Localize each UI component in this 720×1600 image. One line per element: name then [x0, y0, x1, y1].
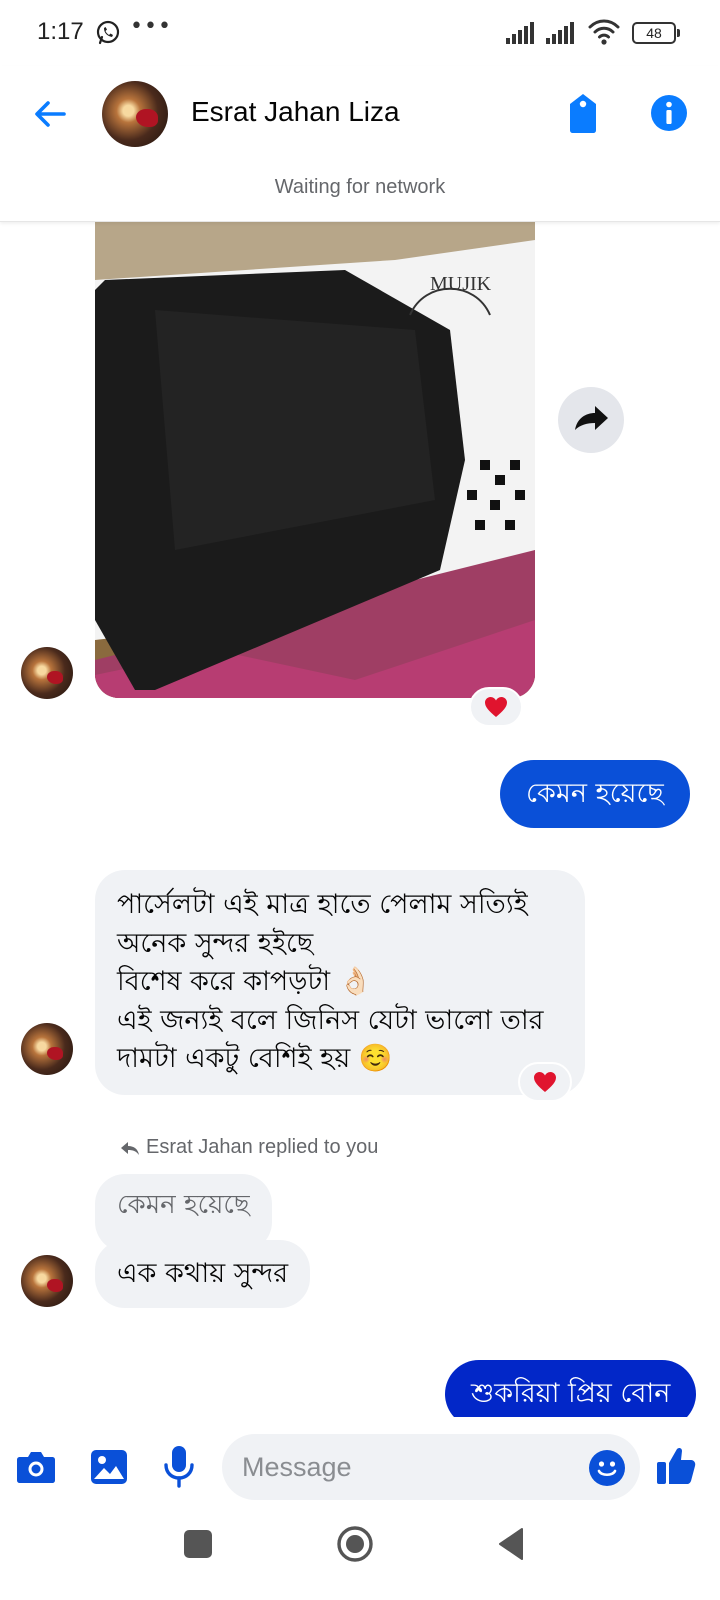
message-line: দামটা একটু বেশিই হয় ☺️ — [117, 1043, 393, 1074]
back-arrow-icon[interactable] — [30, 94, 70, 134]
photo-message[interactable]: MUJIK — [95, 222, 535, 698]
sent-message[interactable]: শুকরিয়া প্রিয় বোন — [445, 1360, 697, 1417]
svg-text:MUJIK: MUJIK — [430, 273, 492, 295]
whatsapp-icon — [96, 20, 120, 45]
camera-icon[interactable] — [16, 1450, 56, 1484]
sender-avatar[interactable] — [21, 1023, 73, 1075]
message-input[interactable] — [222, 1434, 640, 1500]
reaction-badge[interactable] — [469, 687, 523, 727]
status-bar: 1:17 ••• 48 — [0, 0, 720, 66]
forward-button[interactable] — [558, 387, 624, 453]
system-nav-bar — [0, 1507, 720, 1600]
mic-icon[interactable] — [163, 1445, 195, 1489]
more-notifications-icon: ••• — [130, 14, 172, 39]
heart-icon — [534, 1072, 556, 1092]
battery-indicator: 48 — [632, 22, 680, 44]
home-button[interactable] — [335, 1524, 375, 1564]
status-time: 1:17 — [37, 18, 84, 45]
message-line: এই জন্যই বলে জিনিস যেটা ভালো তার — [117, 1004, 544, 1036]
parcel-photo: MUJIK — [95, 222, 535, 698]
wifi-icon — [588, 19, 620, 45]
reply-meta-text: Esrat Jahan replied to you — [146, 1136, 379, 1158]
forward-arrow-icon — [575, 406, 608, 430]
composer-bar — [0, 1417, 720, 1507]
heart-icon — [485, 697, 507, 717]
sender-avatar[interactable] — [21, 1255, 73, 1307]
reaction-badge[interactable] — [518, 1062, 572, 1102]
signal-icon-2 — [546, 22, 574, 44]
sender-avatar[interactable] — [21, 647, 73, 699]
message-list[interactable]: MUJIK কেমন হয়েছে পার্সেলটা এই মাত্র হাত… — [0, 222, 720, 1417]
back-button[interactable] — [496, 1527, 524, 1561]
gallery-icon[interactable] — [90, 1449, 128, 1485]
info-icon[interactable] — [650, 94, 688, 132]
received-message[interactable]: পার্সেলটা এই মাত্র হাতে পেলাম সত্যিই অনে… — [95, 870, 585, 1095]
contact-name[interactable]: Esrat Jahan Liza — [191, 96, 400, 128]
message-line: অনেক সুন্দর হইছে — [117, 927, 314, 959]
message-line: পার্সেলটা এই মাত্র হাতে পেলাম সত্যিই — [117, 889, 528, 920]
sent-message[interactable]: কেমন হয়েছে — [500, 760, 690, 828]
conversation-header: Esrat Jahan Liza Waiting for network — [0, 66, 720, 222]
thumbs-up-icon[interactable] — [656, 1446, 696, 1486]
recent-apps-button[interactable] — [184, 1530, 212, 1558]
tag-icon[interactable] — [566, 92, 600, 134]
message-line: বিশেষ করে কাপড়টা 👌🏻 — [117, 966, 373, 997]
smiley-face-icon — [597, 1461, 617, 1477]
network-status: Waiting for network — [274, 176, 446, 198]
contact-avatar[interactable] — [102, 81, 168, 147]
reply-message[interactable]: এক কথায় সুন্দর — [95, 1240, 311, 1308]
signal-icon — [506, 22, 534, 44]
reply-icon — [121, 1141, 139, 1155]
emoji-icon[interactable] — [589, 1450, 625, 1486]
reply-indicator: Esrat Jahan replied to you — [120, 1136, 378, 1159]
